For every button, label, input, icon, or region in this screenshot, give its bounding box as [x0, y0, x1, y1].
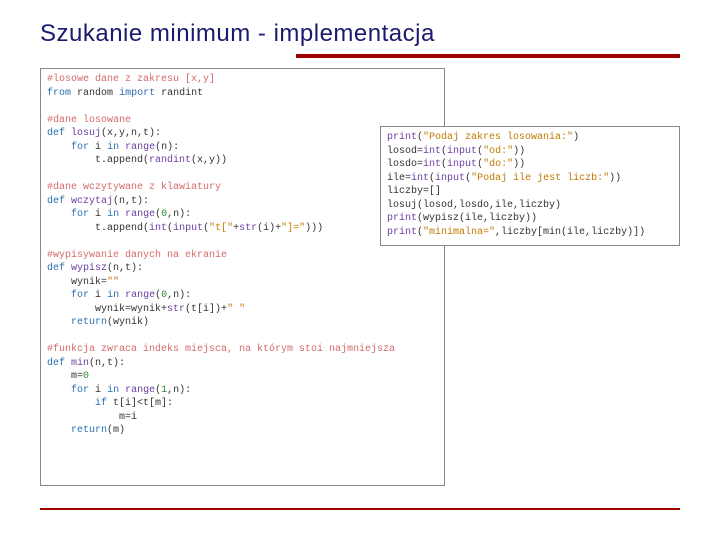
footer-rule: [40, 508, 680, 510]
content-area: #losowe dane z zakresu [x,y] from random…: [40, 68, 680, 488]
slide-title: Szukanie minimum - implementacja: [40, 20, 680, 54]
code-keyword: from: [47, 88, 71, 99]
code-comment: #wypisywanie danych na ekranie: [47, 250, 227, 261]
code-comment: #funkcja zwraca indeks miejsca, na który…: [47, 344, 395, 355]
code-comment: #losowe dane z zakresu [x,y]: [47, 74, 215, 85]
title-underline: [296, 54, 680, 58]
code-comment: #dane wczytywane z klawiatury: [47, 182, 221, 193]
slide: Szukanie minimum - implementacja #losowe…: [0, 0, 720, 540]
code-comment: #dane losowane: [47, 115, 131, 126]
code-box-right: print("Podaj zakres losowania:") losod=i…: [380, 126, 680, 246]
